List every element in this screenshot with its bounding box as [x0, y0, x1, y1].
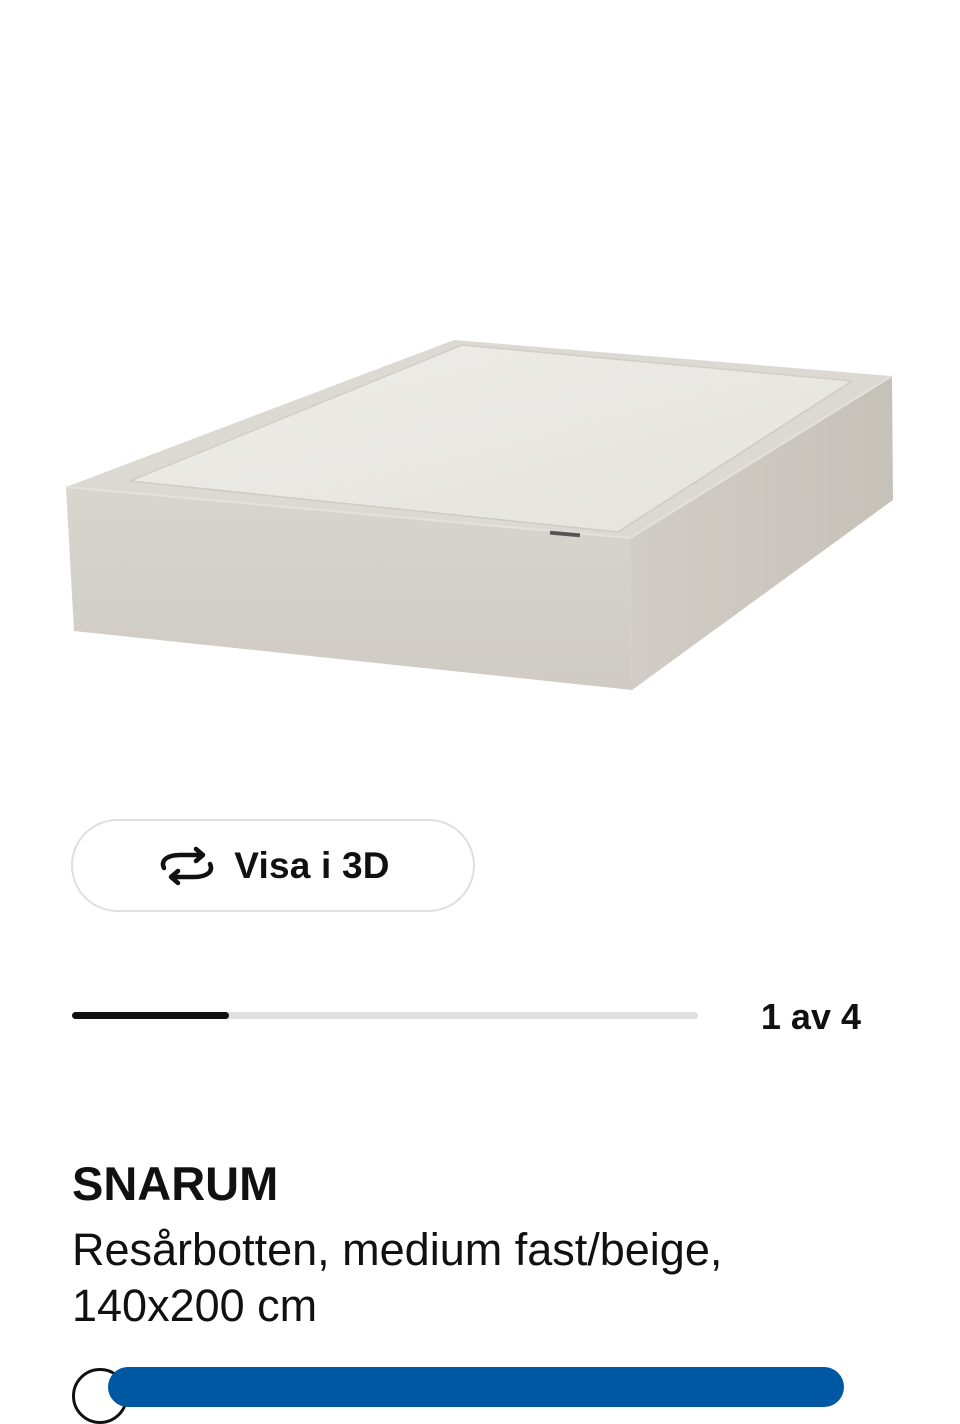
product-image[interactable] — [0, 0, 960, 780]
product-name: SNARUM — [72, 1157, 279, 1210]
product-description: Resårbotten, medium fast/beige, 140x200 … — [72, 1224, 723, 1331]
gallery-progress-fill — [72, 1012, 229, 1019]
gallery-page-counter: 1 av 4 — [760, 996, 861, 1037]
view-in-3d-label: Visa i 3D — [234, 844, 390, 886]
rotate-3d-icon — [156, 846, 218, 886]
add-to-cart-button[interactable] — [108, 1367, 844, 1407]
gallery-progress-bar — [72, 1012, 698, 1019]
view-in-3d-button[interactable]: Visa i 3D — [71, 819, 475, 912]
